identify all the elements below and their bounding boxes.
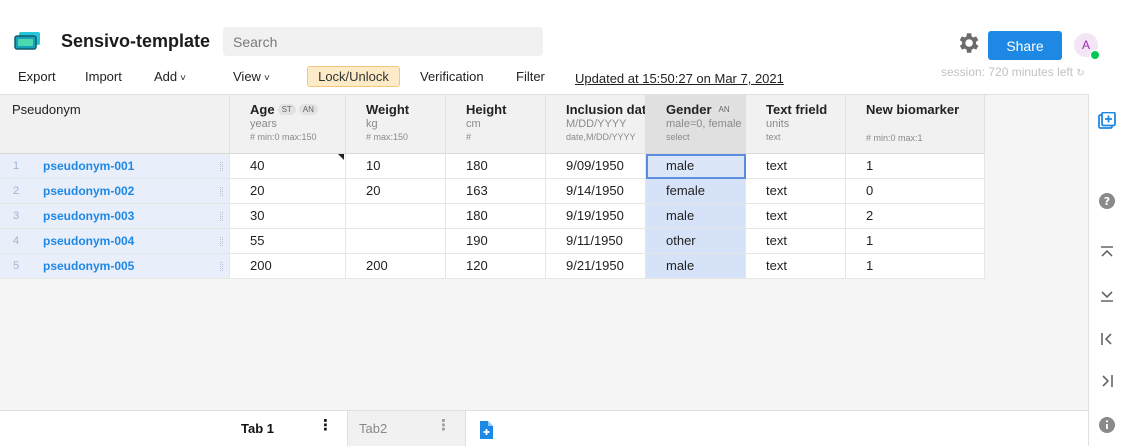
verification-menu[interactable]: Verification [420,69,484,84]
help-icon[interactable]: ? [1098,192,1116,210]
cell-age[interactable]: 40 [230,154,346,179]
tab-1[interactable]: Tab 1 ⋮ [230,411,348,446]
cell-weight[interactable]: 10 [346,154,446,179]
row-header[interactable]: 5 pseudonym-005 [0,254,230,279]
cell-age[interactable]: 30 [230,204,346,229]
tab-2[interactable]: Tab2 ⋮ [348,411,466,446]
row-header[interactable]: 1 pseudonym-001 [0,154,230,179]
info-icon[interactable] [1098,416,1116,434]
session-timer: session: 720 minutes left ↻ [941,65,1085,79]
cell-weight[interactable] [346,229,446,254]
cell-gender[interactable]: male [646,204,746,229]
row-header[interactable]: 2 pseudonym-002 [0,179,230,204]
search-input[interactable] [223,27,543,56]
cell-weight[interactable]: 20 [346,179,446,204]
cell-height[interactable]: 190 [446,229,546,254]
cell-height[interactable]: 163 [446,179,546,204]
cell-inclusion-date[interactable]: 9/21/1950 [546,254,646,279]
add-menu[interactable]: Add ˅ [154,69,186,84]
cell-age[interactable]: 20 [230,179,346,204]
updated-timestamp-link[interactable]: Updated at 15:50:27 on Mar 7, 2021 [575,71,784,86]
view-menu[interactable]: View ˅ [233,69,270,84]
cell-text-field[interactable]: text [746,179,846,204]
cell-gender[interactable]: other [646,229,746,254]
an-badge: AN [298,104,318,115]
column-header-gender[interactable]: Gender AN male=0, female select [646,95,746,154]
cell-weight[interactable] [346,204,446,229]
data-grid: Pseudonym Age ST AN years # min:0 max:150 … [0,94,1088,410]
filter-menu[interactable]: Filter [516,69,545,84]
svg-text:?: ? [1104,195,1110,208]
cell-height[interactable]: 120 [446,254,546,279]
cell-text-field[interactable]: text [746,254,846,279]
comment-indicator-icon [338,154,344,160]
column-header-new-biomarker[interactable]: New biomarker # min:0 max:1 [846,95,985,154]
column-header-inclusion-date[interactable]: Inclusion dat M/DD/YYYY date,M/DD/YYYY [546,95,646,154]
scroll-first-icon[interactable] [1098,330,1116,348]
column-header-height[interactable]: Height cm # [446,95,546,154]
drag-handle-icon[interactable] [220,237,223,246]
drag-handle-icon[interactable] [220,262,223,271]
cell-text-field[interactable]: text [746,204,846,229]
cell-new-biomarker[interactable]: 1 [846,254,985,279]
kebab-menu-icon[interactable]: ⋮ [436,418,451,433]
column-header-age[interactable]: Age ST AN years # min:0 max:150 [230,95,346,154]
drag-handle-icon[interactable] [220,162,223,171]
scroll-top-icon[interactable] [1098,244,1116,262]
top-bar: Sensivo-template Share A session: 720 mi… [0,0,1132,94]
cell-gender[interactable]: male [646,154,746,179]
cell-inclusion-date[interactable]: 9/11/1950 [546,229,646,254]
cell-height[interactable]: 180 [446,154,546,179]
scroll-last-icon[interactable] [1098,372,1116,390]
column-header-text-field[interactable]: Text frield units text [746,95,846,154]
drag-handle-icon[interactable] [220,212,223,221]
cell-gender[interactable]: female [646,179,746,204]
add-column-icon[interactable] [1098,112,1116,130]
cell-inclusion-date[interactable]: 9/19/1950 [546,204,646,229]
cell-inclusion-date[interactable]: 9/14/1950 [546,179,646,204]
an-badge: AN [714,104,734,115]
cell-height[interactable]: 180 [446,204,546,229]
row-header[interactable]: 4 pseudonym-004 [0,229,230,254]
chevron-down-icon: ˅ [180,73,186,84]
online-status-icon [1090,50,1100,60]
cell-text-field[interactable]: text [746,229,846,254]
kebab-menu-icon[interactable]: ⋮ [318,418,333,433]
cell-gender[interactable]: male [646,254,746,279]
column-header-pseudonym[interactable]: Pseudonym [0,95,230,154]
cell-inclusion-date[interactable]: 9/09/1950 [546,154,646,179]
row-header[interactable]: 3 pseudonym-003 [0,204,230,229]
column-header-weight[interactable]: Weight kg # max:150 [346,95,446,154]
gear-icon[interactable] [955,30,981,56]
export-menu[interactable]: Export [18,69,56,84]
cell-new-biomarker[interactable]: 0 [846,179,985,204]
cell-new-biomarker[interactable]: 1 [846,154,985,179]
cell-new-biomarker[interactable]: 2 [846,204,985,229]
share-button[interactable]: Share [988,31,1062,60]
refresh-icon[interactable]: ↻ [1076,68,1084,79]
add-tab-icon[interactable] [478,421,494,439]
cell-age[interactable]: 200 [230,254,346,279]
cell-text-field[interactable]: text [746,154,846,179]
cell-weight[interactable]: 200 [346,254,446,279]
right-toolbar: ? [1088,94,1132,446]
chevron-down-icon: ˅ [263,73,270,84]
app-title: Sensivo-template [61,31,211,51]
import-menu[interactable]: Import [85,69,122,84]
sheet-tab-bar: Tab 1 ⋮ Tab2 ⋮ [0,410,1088,446]
cell-age[interactable]: 55 [230,229,346,254]
st-badge: ST [277,104,296,115]
scroll-bottom-icon[interactable] [1098,286,1116,304]
app-logo-icon [14,32,40,50]
cell-new-biomarker[interactable]: 1 [846,229,985,254]
lock-unlock-button[interactable]: Lock/Unlock [307,66,400,87]
drag-handle-icon[interactable] [220,187,223,196]
